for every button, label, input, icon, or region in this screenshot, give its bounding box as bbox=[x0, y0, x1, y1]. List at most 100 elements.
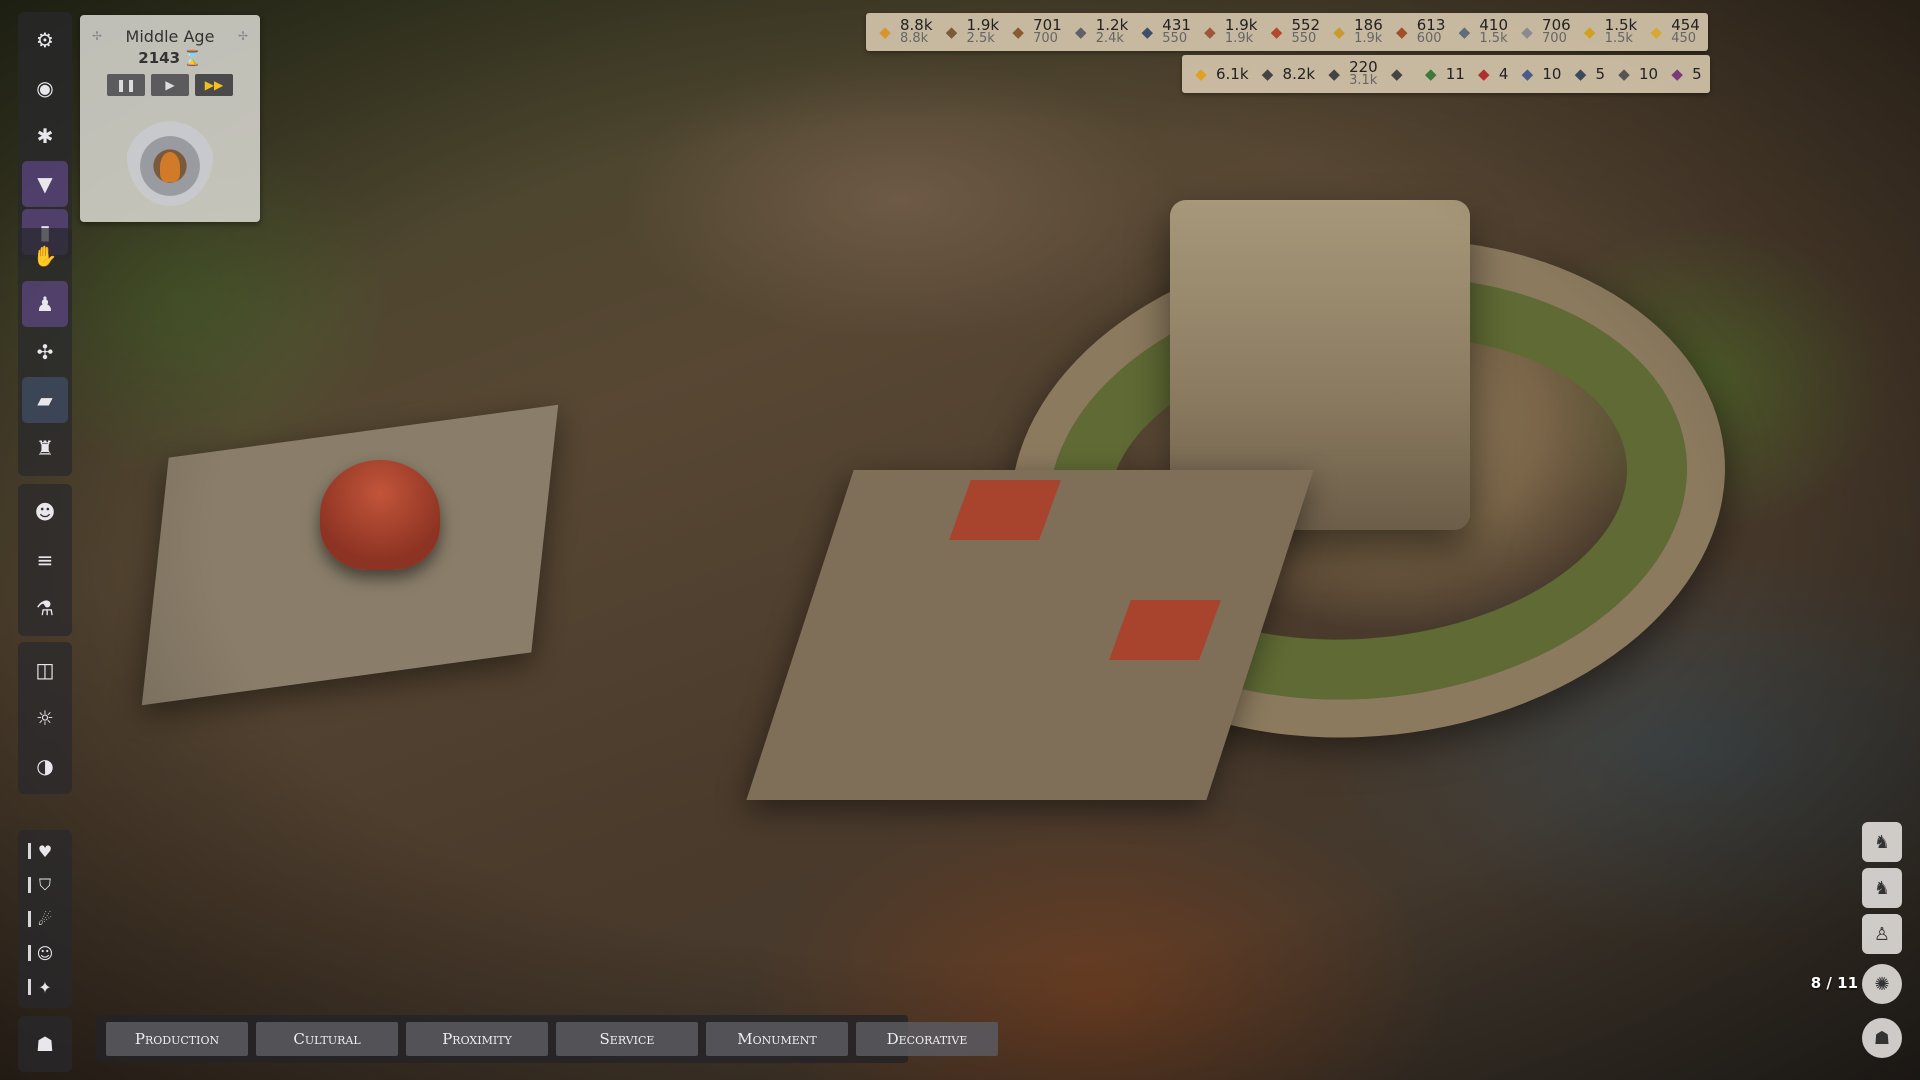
resource-capacity: 700 bbox=[1542, 31, 1567, 46]
resource-amount: 6.1k bbox=[1216, 65, 1249, 83]
scholar-icon: ◆ bbox=[1521, 65, 1534, 83]
coins-icon: ◆ bbox=[1195, 65, 1207, 83]
resource-scholars[interactable]: ◆ 10 bbox=[1512, 57, 1565, 91]
sun-icon[interactable]: ☼ bbox=[22, 695, 68, 741]
stone-icon: ◆ bbox=[1141, 23, 1154, 41]
play-button[interactable]: ▶ bbox=[151, 74, 189, 96]
category-proximity-button[interactable]: Proximity bbox=[406, 1022, 548, 1056]
left-toolbar-management: ☻ ≡ ⚗ bbox=[18, 484, 72, 636]
resource-fabric[interactable]: ◆ 1.9k 1.9k bbox=[1195, 15, 1262, 49]
resource-amount: 186 bbox=[1354, 16, 1383, 34]
settings-icon[interactable]: ⚙ bbox=[22, 17, 68, 63]
resource-capacity: 450 bbox=[1671, 31, 1697, 46]
resource-capacity: 700 bbox=[1033, 31, 1058, 46]
fire-icon[interactable]: ☄ bbox=[22, 903, 68, 935]
resource-workers[interactable]: ◆ 220 3.1k bbox=[1319, 57, 1382, 91]
settings-gear-icon[interactable]: ✺ bbox=[1862, 964, 1902, 1004]
panel-corner-ornament: ✢ bbox=[92, 29, 103, 43]
era-panel: ✢ ✢ Middle Age 2143 ⌛ ❚❚ ▶ ▶▶ bbox=[80, 15, 260, 222]
category-decorative-button[interactable]: Decorative bbox=[856, 1022, 998, 1056]
building-category-bar: Production Cultural Proximity Service Mo… bbox=[96, 1015, 998, 1063]
resource-leather[interactable]: ◆ 613 600 bbox=[1387, 15, 1450, 49]
filter-icon[interactable]: ▼ bbox=[22, 161, 68, 207]
category-monument-button[interactable]: Monument bbox=[706, 1022, 848, 1056]
resource-bricks[interactable]: ◆ 552 550 bbox=[1261, 15, 1324, 49]
resource-nobles[interactable]: ◆ 5 bbox=[1662, 57, 1706, 91]
resource-education[interactable]: ◆ 5 bbox=[1565, 57, 1609, 91]
resources-icon[interactable]: ✣ bbox=[22, 329, 68, 375]
priest-icon: ◆ bbox=[1618, 65, 1630, 83]
build-workers-icon[interactable]: ✋ bbox=[22, 233, 68, 279]
resource-amount: 1.9k bbox=[1224, 16, 1258, 34]
citizen-icon[interactable]: ♟ bbox=[22, 281, 68, 327]
council-icon[interactable]: ☗ bbox=[1862, 1018, 1902, 1058]
category-production-button[interactable]: Production bbox=[106, 1022, 248, 1056]
category-service-button[interactable]: Service bbox=[556, 1022, 698, 1056]
left-toolbar-overlays: ♥ ⛉ ☄ ☺ ✦ bbox=[18, 830, 72, 1008]
resource-capacity: 2.4k bbox=[1095, 31, 1124, 46]
resource-amount: 5 bbox=[1595, 65, 1606, 83]
page-counter: 8 / 11 bbox=[1810, 974, 1858, 992]
resource-capacity: 8.8k bbox=[900, 31, 929, 46]
resource-amount: 1.5k bbox=[1604, 16, 1638, 34]
resource-luxury[interactable]: ◆ 454 450 bbox=[1641, 15, 1704, 49]
resource-amount: 552 bbox=[1291, 16, 1321, 34]
shield-icon[interactable]: ⛉ bbox=[22, 869, 68, 901]
council-icon[interactable]: ☗ bbox=[22, 1021, 68, 1067]
resource-paper[interactable]: ◆ 706 700 bbox=[1512, 15, 1575, 49]
bug-icon[interactable]: ✱ bbox=[22, 113, 68, 159]
food-icon: ◆ bbox=[879, 23, 891, 41]
resource-population[interactable]: ◆ 8.2k bbox=[1253, 57, 1320, 91]
log-icon: ◆ bbox=[1012, 23, 1024, 41]
resource-iron[interactable]: ◆ 410 1.5k bbox=[1449, 15, 1512, 49]
resource-wood-animals[interactable]: ◆ 1.9k 2.5k bbox=[937, 15, 1004, 49]
speed-controls: ❚❚ ▶ ▶▶ bbox=[80, 74, 260, 96]
faith-icon[interactable]: ✦ bbox=[22, 971, 68, 1003]
resource-logs[interactable]: ◆ 701 700 bbox=[1003, 15, 1066, 49]
fast-forward-button[interactable]: ▶▶ bbox=[195, 74, 233, 96]
resource-capacity: 550 bbox=[1162, 31, 1188, 46]
resource-capacity: 600 bbox=[1416, 31, 1442, 46]
unit-2-icon[interactable]: ♞ bbox=[1862, 868, 1902, 908]
year-value: 2143 bbox=[138, 49, 181, 67]
resource-amount: 613 bbox=[1416, 16, 1446, 34]
resource-amount: 4 bbox=[1498, 65, 1509, 83]
resource-green-tokens[interactable]: ◆ 11 bbox=[1416, 57, 1469, 91]
current-year: 2143 ⌛ bbox=[80, 49, 260, 67]
health-icon[interactable]: ♥ bbox=[22, 835, 68, 867]
globe-icon[interactable]: ◑ bbox=[22, 743, 68, 789]
category-cultural-button[interactable]: Cultural bbox=[256, 1022, 398, 1056]
hide-icon[interactable]: ◉ bbox=[22, 65, 68, 111]
education-icon[interactable]: ▰ bbox=[22, 377, 68, 423]
resource-happiness[interactable]: ◆ bbox=[1382, 57, 1416, 91]
resource-amount: 431 bbox=[1162, 16, 1191, 34]
resource-gold[interactable]: ◆ 1.5k 1.5k bbox=[1575, 15, 1642, 49]
unit-1-icon[interactable]: ♞ bbox=[1862, 822, 1902, 862]
resource-coins[interactable]: ◆ 6.1k bbox=[1186, 57, 1253, 91]
pause-button[interactable]: ❚❚ bbox=[107, 74, 145, 96]
coin-icon: ◆ bbox=[1583, 23, 1596, 41]
iron-icon: ◆ bbox=[1458, 23, 1471, 41]
resource-red-tokens[interactable]: ◆ 4 bbox=[1469, 57, 1513, 91]
resource-amount: 410 bbox=[1479, 16, 1509, 34]
game-world-view[interactable] bbox=[0, 0, 1920, 1080]
group-icon[interactable]: ☻ bbox=[22, 489, 68, 535]
era-name: Middle Age bbox=[125, 27, 215, 46]
resource-food[interactable]: ◆ 8.8k 8.8k bbox=[870, 15, 937, 49]
potion-icon[interactable]: ⚗ bbox=[22, 585, 68, 631]
unit-3-icon[interactable]: ♙ bbox=[1862, 914, 1902, 954]
yarn-icon: ◆ bbox=[1204, 23, 1216, 41]
left-toolbar-council: ☗ bbox=[18, 1016, 72, 1072]
resource-stone[interactable]: ◆ 431 550 bbox=[1132, 15, 1195, 49]
resource-tools[interactable]: ◆ 1.2k 2.4k bbox=[1066, 15, 1133, 49]
resource-amount: 1.9k bbox=[966, 16, 1000, 34]
person-icon[interactable]: ☺ bbox=[22, 937, 68, 969]
era-emblem-icon[interactable] bbox=[127, 106, 213, 206]
list-icon[interactable]: ≡ bbox=[22, 537, 68, 583]
trophy-icon[interactable]: ♜ bbox=[22, 425, 68, 471]
workers-icon: ◆ bbox=[1328, 65, 1340, 83]
resource-grain[interactable]: ◆ 186 1.9k bbox=[1324, 15, 1387, 49]
resource-bar-top: ◆ 8.8k 8.8k ◆ 1.9k 2.5k ◆ 701 700 ◆ 1.2k 2.4k ◆ 431 55… bbox=[866, 13, 1708, 51]
resource-priests[interactable]: ◆ 10 bbox=[1609, 57, 1662, 91]
camera-icon[interactable]: ◫ bbox=[22, 647, 68, 693]
